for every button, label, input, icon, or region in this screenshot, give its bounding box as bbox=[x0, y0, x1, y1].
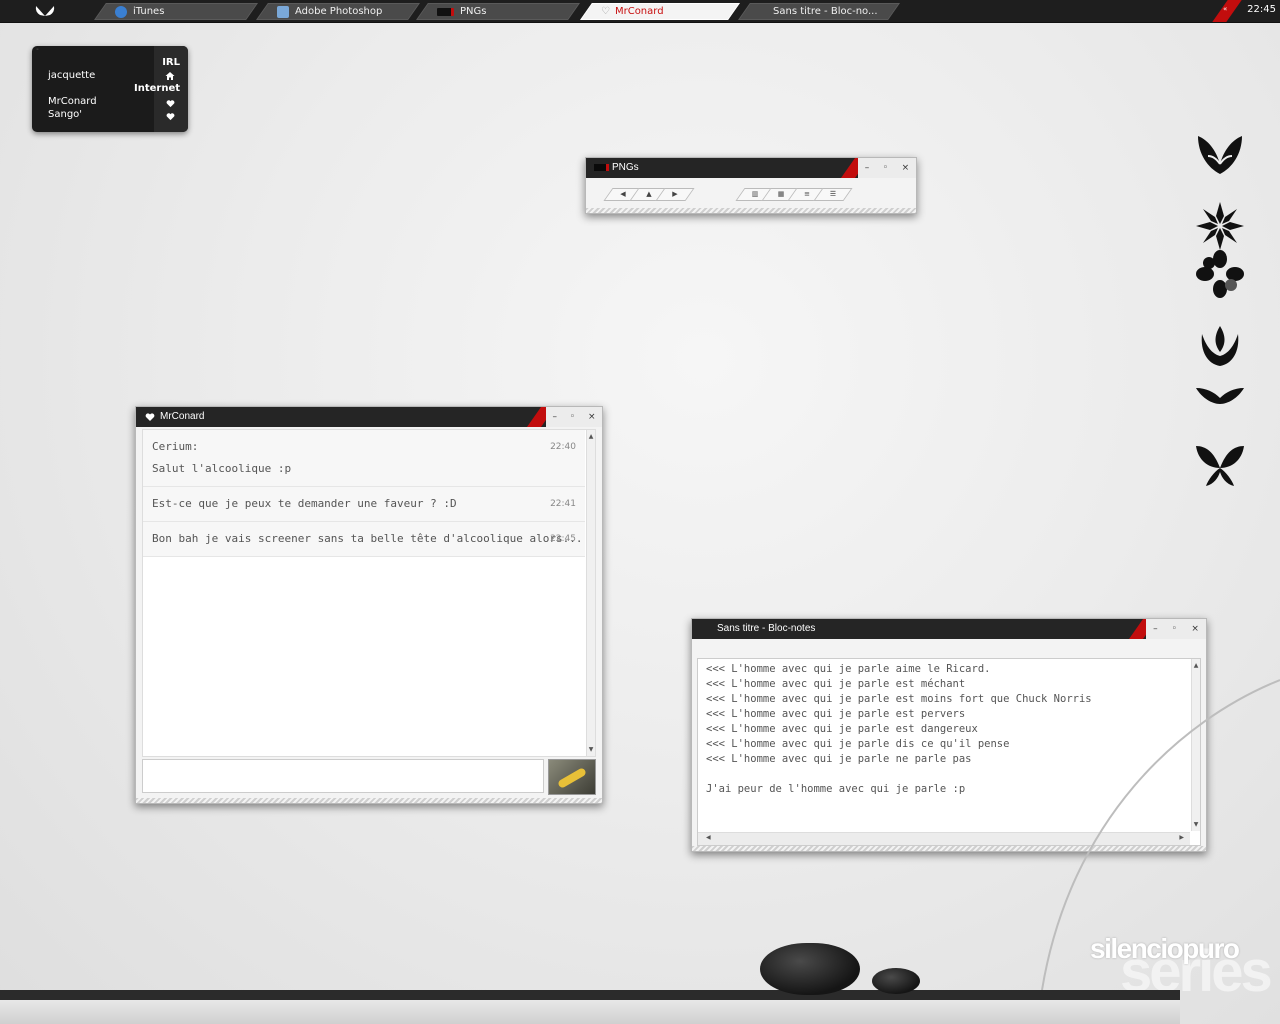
contact-sango[interactable]: Sango' bbox=[48, 109, 82, 120]
lotus-icon[interactable] bbox=[1194, 322, 1246, 370]
group-irl: IRL bbox=[162, 57, 180, 68]
chat-window: MrConard – ◦ × Cerium: 22:40 Salut l'alc… bbox=[135, 406, 603, 804]
heart-icon bbox=[166, 113, 175, 121]
scroll-down-icon[interactable]: ▼ bbox=[587, 746, 595, 753]
minimize-button[interactable]: – bbox=[552, 412, 557, 422]
task-label: Adobe Photoshop bbox=[295, 6, 383, 17]
message-input[interactable] bbox=[142, 759, 544, 793]
text-line: <<< L'homme avec qui je parle dis ce qu'… bbox=[706, 738, 1010, 750]
task-pngs[interactable]: PNGs bbox=[416, 3, 580, 20]
task-photoshop[interactable]: Adobe Photoshop bbox=[256, 3, 420, 20]
maximize-button[interactable]: ◦ bbox=[1172, 624, 1177, 634]
message-item: Est-ce que je peux te demander une faveu… bbox=[143, 487, 585, 522]
close-button[interactable]: × bbox=[588, 412, 596, 422]
scroll-left-icon[interactable]: ◀ bbox=[706, 834, 711, 841]
heart-icon bbox=[166, 100, 175, 108]
text-line: <<< L'homme avec qui je parle ne parle p… bbox=[706, 753, 972, 765]
minimize-button[interactable]: – bbox=[1153, 624, 1158, 634]
moth-icon[interactable] bbox=[1194, 442, 1246, 488]
notepad-titlebar[interactable]: Sans titre - Bloc-notes – ◦ × bbox=[692, 619, 1206, 639]
chat-titlebar[interactable]: MrConard – ◦ × bbox=[136, 407, 602, 427]
view-details-icon: ☰ bbox=[829, 190, 837, 198]
message-time: 22:45 bbox=[550, 534, 576, 544]
leaf-wings-icon[interactable] bbox=[1194, 382, 1246, 408]
group-internet: Internet bbox=[133, 83, 180, 94]
scroll-up-icon[interactable]: ▲ bbox=[1192, 662, 1200, 669]
petal-flower-icon[interactable] bbox=[1194, 248, 1246, 300]
view-details-button[interactable]: ☰ bbox=[813, 188, 853, 201]
pngs-titlebar[interactable]: PNGs – ◦ × bbox=[586, 158, 916, 178]
contact-mrconard[interactable]: MrConard bbox=[48, 96, 97, 107]
task-label: iTunes bbox=[133, 6, 165, 17]
contact-list: ◦ IRL jacquette Internet MrConard Sango' bbox=[32, 46, 188, 132]
taskbar: iTunes Adobe Photoshop PNGs ♡ MrConard Sa… bbox=[0, 0, 1280, 23]
desk-shelf-edge bbox=[0, 1000, 1180, 1024]
brand-logo-text: silenciopuro bbox=[1090, 933, 1240, 964]
avatar[interactable] bbox=[548, 759, 596, 795]
task-label: Sans titre - Bloc-no... bbox=[773, 6, 878, 17]
clock: 22:45 bbox=[1247, 4, 1276, 15]
window-footer bbox=[136, 798, 602, 803]
window-controls: – ◦ × bbox=[858, 158, 916, 178]
photoshop-icon bbox=[277, 5, 289, 18]
window-controls: – ◦ × bbox=[546, 407, 602, 427]
message-text: Est-ce que je peux te demander une faveu… bbox=[152, 497, 457, 510]
window-controls: – ◦ × bbox=[1146, 619, 1206, 639]
folder-icon bbox=[594, 164, 609, 171]
folder-icon bbox=[437, 7, 454, 16]
task-itunes[interactable]: iTunes bbox=[94, 3, 258, 20]
heart-icon bbox=[145, 413, 155, 421]
tray-expand-icon[interactable]: « bbox=[1223, 5, 1227, 13]
desk-shelf bbox=[0, 990, 1180, 1000]
window-title: PNGs bbox=[612, 162, 639, 173]
text-line: <<< L'homme avec qui je parle aime le Ri… bbox=[706, 663, 991, 675]
task-notepad[interactable]: Sans titre - Bloc-no... bbox=[738, 3, 900, 20]
itunes-icon bbox=[115, 5, 127, 18]
contact-jacquette[interactable]: jacquette bbox=[48, 70, 95, 81]
message-log[interactable]: Cerium: 22:40 Salut l'alcoolique :p Est-… bbox=[142, 429, 596, 757]
maximize-button[interactable]: ◦ bbox=[570, 412, 575, 422]
close-button[interactable]: × bbox=[1191, 624, 1199, 634]
message-time: 22:40 bbox=[550, 442, 576, 452]
pngs-window: PNGs – ◦ × ◀ ▲ ▶ ▥ ▦ ≡ ☰ bbox=[585, 157, 917, 214]
widget-dot-icon: ◦ bbox=[36, 47, 39, 53]
heart-icon: ♡ bbox=[601, 6, 610, 17]
message-item: Cerium: 22:40 Salut l'alcoolique :p bbox=[143, 430, 585, 487]
text-line: J'ai peur de l'homme avec qui je parle :… bbox=[706, 783, 966, 795]
speaker-small bbox=[872, 968, 920, 994]
home-icon bbox=[165, 72, 175, 80]
skateboard-image bbox=[557, 767, 587, 789]
text-line: <<< L'homme avec qui je parle est danger… bbox=[706, 723, 978, 735]
system-tray: « 22:45 bbox=[1212, 0, 1280, 22]
task-label: PNGs bbox=[460, 6, 487, 17]
message-item: Bon bah je vais screener sans ta belle t… bbox=[143, 522, 585, 557]
window-footer bbox=[586, 208, 916, 213]
text-line: <<< L'homme avec qui je parle est méchan… bbox=[706, 678, 966, 690]
message-text: Bon bah je vais screener sans ta belle t… bbox=[152, 532, 583, 545]
close-button[interactable]: × bbox=[902, 163, 910, 173]
speaker-large bbox=[760, 943, 860, 995]
butterfly-icon[interactable] bbox=[1194, 130, 1246, 178]
forward-icon: ▶ bbox=[672, 190, 678, 198]
forward-button[interactable]: ▶ bbox=[655, 188, 695, 201]
minimize-button[interactable]: – bbox=[865, 163, 870, 173]
message-sender: Cerium: bbox=[152, 440, 199, 453]
scroll-up-icon[interactable]: ▲ bbox=[587, 433, 595, 440]
task-mrconard[interactable]: ♡ MrConard bbox=[580, 3, 740, 20]
message-scrollbar[interactable]: ▲ ▼ bbox=[586, 430, 595, 756]
text-line: <<< L'homme avec qui je parle est perver… bbox=[706, 708, 966, 720]
start-butterfly-icon[interactable] bbox=[30, 2, 60, 20]
task-label: MrConard bbox=[614, 6, 664, 17]
window-title: Sans titre - Bloc-notes bbox=[717, 623, 816, 634]
window-title: MrConard bbox=[160, 411, 205, 422]
snowflower-icon[interactable] bbox=[1194, 200, 1246, 252]
message-time: 22:41 bbox=[550, 499, 576, 509]
message-text: Salut l'alcoolique :p bbox=[152, 462, 292, 475]
maximize-button[interactable]: ◦ bbox=[883, 163, 888, 173]
